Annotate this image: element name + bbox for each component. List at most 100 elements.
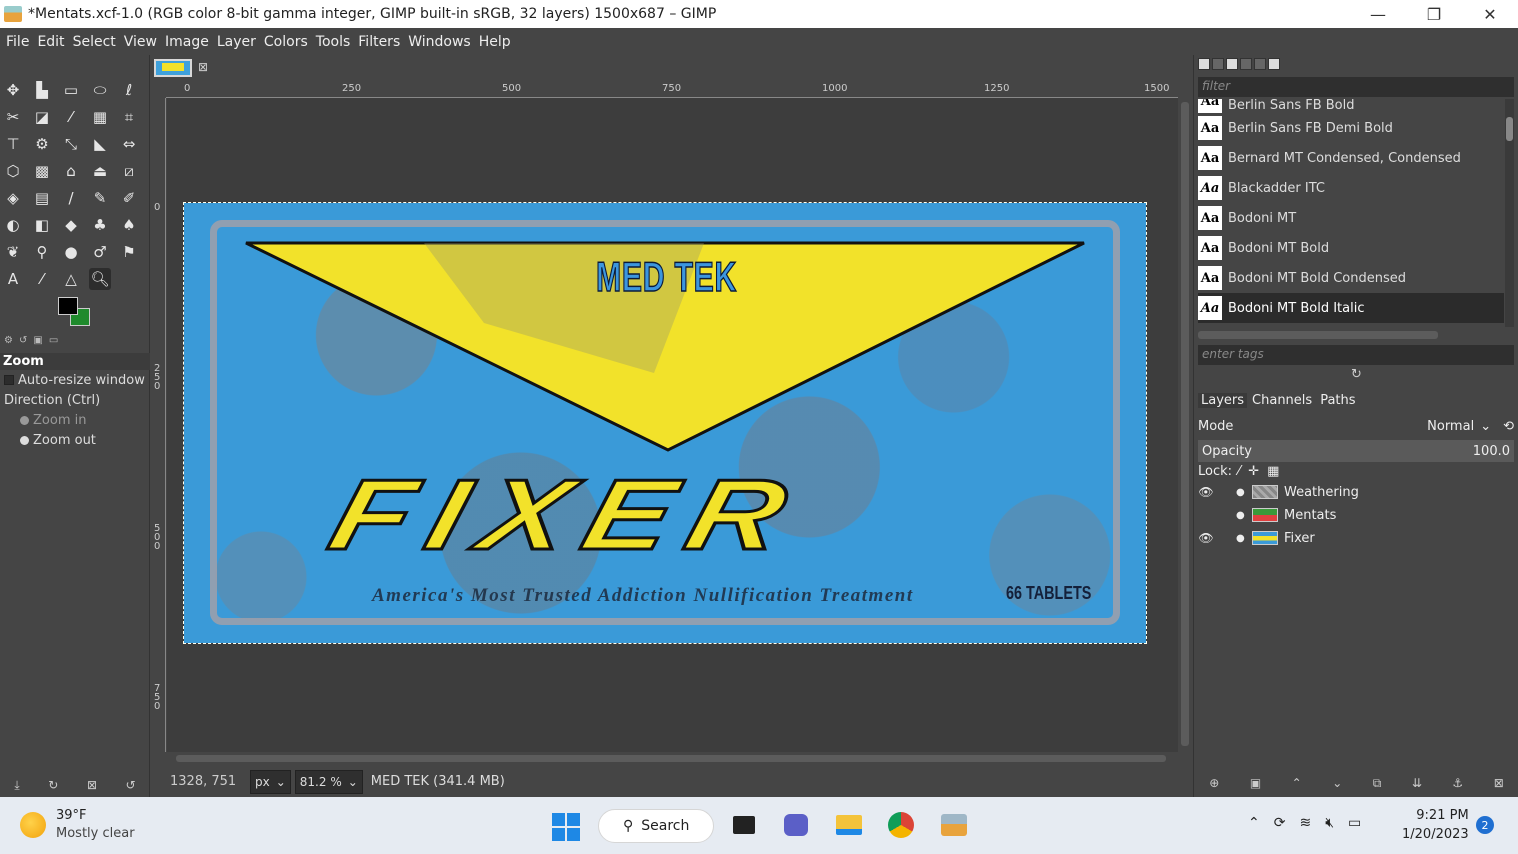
canvas-horizontal-scrollbar[interactable] xyxy=(166,752,1178,764)
warp-icon[interactable]: △ xyxy=(60,268,82,290)
font-tags-input[interactable]: enter tags xyxy=(1198,345,1514,365)
scrollbar-thumb[interactable] xyxy=(176,755,1166,762)
auto-resize-checkbox[interactable] xyxy=(4,375,14,385)
font-item[interactable]: Aa Berlin Sans FB Demi Bold xyxy=(1198,113,1504,143)
canvas-vertical-scrollbar[interactable] xyxy=(1178,98,1192,752)
gimp-taskbar-icon[interactable] xyxy=(940,811,968,839)
font-item[interactable]: Aa Bodoni MT Bold xyxy=(1198,233,1504,263)
layer-row[interactable]: 👁︎ ● Weathering xyxy=(1198,481,1514,503)
fg-bg-colors[interactable] xyxy=(58,295,92,329)
font-item-selected[interactable]: Aa Bodoni MT Bold Italic xyxy=(1198,293,1504,323)
tab-channels[interactable]: Channels xyxy=(1249,393,1315,408)
chrome-icon[interactable] xyxy=(887,811,915,839)
tab-paths[interactable]: Paths xyxy=(1317,393,1358,408)
notification-badge[interactable]: 2 xyxy=(1476,816,1494,834)
merge-down-icon[interactable]: ⇊ xyxy=(1412,776,1422,791)
menu-colors[interactable]: Colors xyxy=(260,34,312,50)
reset-options-icon[interactable]: ↺ xyxy=(126,778,136,793)
weather-widget[interactable]: 39°F Mostly clear xyxy=(20,807,135,843)
menu-layer[interactable]: Layer xyxy=(213,34,260,50)
delete-layer-icon[interactable]: ⊠ xyxy=(1494,776,1504,791)
taskbar-search[interactable]: ⚲ Search xyxy=(598,809,714,843)
pencil-icon[interactable]: ✎ xyxy=(89,187,111,209)
refresh-fonts-icon[interactable]: ↻ xyxy=(1351,367,1362,382)
clone-icon[interactable]: ♣ xyxy=(89,214,111,236)
fuzzy-select-icon[interactable]: ⁄ xyxy=(60,106,82,128)
foreground-select-icon[interactable]: ◪ xyxy=(31,106,53,128)
warp-transform-icon[interactable]: ⚙ xyxy=(31,133,53,155)
font-list-scrollbar[interactable] xyxy=(1505,99,1514,327)
scissors-icon[interactable]: ✂ xyxy=(2,106,24,128)
lower-layer-icon[interactable]: ⌄ xyxy=(1332,776,1342,791)
tool-presets-tab-icon[interactable] xyxy=(1268,58,1280,70)
menu-view[interactable]: View xyxy=(120,34,161,50)
3d-transform-icon[interactable]: ⏏ xyxy=(89,160,111,182)
layer-row[interactable]: ● Mentats xyxy=(1198,504,1514,526)
menu-help[interactable]: Help xyxy=(475,34,515,50)
crop-icon[interactable]: ⌗ xyxy=(118,106,140,128)
layer-row[interactable]: 👁︎ ● Fixer xyxy=(1198,527,1514,549)
unified-transform-icon[interactable]: ⊤ xyxy=(2,133,24,155)
measure-icon[interactable]: ⚑ xyxy=(118,241,140,263)
lasso-icon[interactable]: ℓ xyxy=(118,79,140,101)
volume-muted-icon[interactable]: 🔇︎ xyxy=(1325,815,1334,831)
paintbrush-icon[interactable]: / xyxy=(60,187,82,209)
blur-icon[interactable]: ⚲ xyxy=(31,241,53,263)
layer-expand-icon[interactable]: ● xyxy=(1236,510,1246,521)
image-artwork[interactable]: MED TEK FIXER America's Most Trusted Add… xyxy=(183,202,1147,644)
sync-icon[interactable]: ⟳ xyxy=(1274,815,1286,831)
image-tab-thumbnail[interactable] xyxy=(154,59,192,77)
menu-filters[interactable]: Filters xyxy=(354,34,404,50)
brushes-tab-icon[interactable] xyxy=(1198,58,1210,70)
tab-layers[interactable]: Layers xyxy=(1198,392,1248,408)
raise-layer-icon[interactable]: ⌃ xyxy=(1292,776,1302,791)
gradient-icon[interactable]: ▤ xyxy=(31,187,53,209)
move-tool-icon[interactable]: ✥ xyxy=(2,79,24,101)
new-group-icon[interactable]: ▣ xyxy=(1250,776,1261,791)
shear-icon[interactable]: ◣ xyxy=(89,133,111,155)
battery-icon[interactable]: ▭ xyxy=(1348,815,1361,831)
gradients-tab-icon[interactable] xyxy=(1240,58,1252,70)
menu-file[interactable]: File xyxy=(2,34,33,50)
menu-windows[interactable]: Windows xyxy=(404,34,475,50)
scrollbar-thumb[interactable] xyxy=(1506,117,1513,141)
patterns-tab-icon[interactable] xyxy=(1212,58,1224,70)
zoom-select[interactable]: 81.2 % ⌄ xyxy=(294,769,363,794)
font-item[interactable]: Aa Bodoni MT Bold Condensed xyxy=(1198,263,1504,293)
color-select-icon[interactable]: ▦ xyxy=(89,106,111,128)
new-layer-icon[interactable]: ⊕ xyxy=(1209,776,1219,791)
task-view-icon[interactable] xyxy=(730,811,758,839)
airbrush-icon[interactable]: ✐ xyxy=(118,187,140,209)
paths-icon[interactable]: ♂ xyxy=(89,241,111,263)
unit-select[interactable]: px ⌄ xyxy=(250,769,291,794)
color-picker-icon[interactable]: ⁄ xyxy=(31,268,53,290)
zoom-tool-icon[interactable]: 🔍︎ xyxy=(89,268,111,290)
heal-icon[interactable]: ♠ xyxy=(118,214,140,236)
zoom-in-option[interactable]: Zoom in xyxy=(0,410,150,430)
text-tool-icon[interactable]: A xyxy=(2,268,24,290)
windows-start-icon[interactable] xyxy=(552,813,580,841)
maximize-button[interactable]: ❐ xyxy=(1406,0,1462,28)
tool-options-tab-icon[interactable]: ⚙ xyxy=(4,335,13,349)
ellipse-select-icon[interactable]: ⬭ xyxy=(89,79,111,101)
flip-icon[interactable]: ⇔ xyxy=(118,133,140,155)
scrollbar-thumb[interactable] xyxy=(1181,102,1189,746)
images-tab-icon[interactable]: ▣ xyxy=(33,335,42,349)
visibility-eye-icon[interactable]: 👁︎ xyxy=(1198,531,1214,545)
fonts-tab-icon[interactable] xyxy=(1226,58,1238,70)
lock-pixels-icon[interactable]: ⁄ xyxy=(1238,464,1240,479)
mypaint-brush-icon[interactable]: ◧ xyxy=(31,214,53,236)
device-tab-icon[interactable]: ▭ xyxy=(49,335,58,349)
font-item[interactable]: Aa Blackadder ITC xyxy=(1198,173,1504,203)
taskbar-clock[interactable]: 9:21 PM 1/20/2023 xyxy=(1402,806,1469,844)
eraser-icon[interactable]: ◆ xyxy=(60,214,82,236)
lock-alpha-icon[interactable]: ▦ xyxy=(1267,464,1279,479)
auto-resize-option[interactable]: Auto-resize window xyxy=(0,370,150,390)
visibility-eye-icon[interactable]: 👁︎ xyxy=(1198,485,1214,499)
chat-icon[interactable] xyxy=(782,811,810,839)
foreground-color[interactable] xyxy=(58,297,78,315)
vertical-ruler[interactable]: 0 2 5 0 5 0 0 7 5 0 xyxy=(150,98,166,752)
ink-icon[interactable]: ◐ xyxy=(2,214,24,236)
horizontal-ruler[interactable]: 0 250 500 750 1000 1250 1500 xyxy=(166,82,1178,98)
wifi-icon[interactable]: ≋ xyxy=(1299,815,1311,831)
